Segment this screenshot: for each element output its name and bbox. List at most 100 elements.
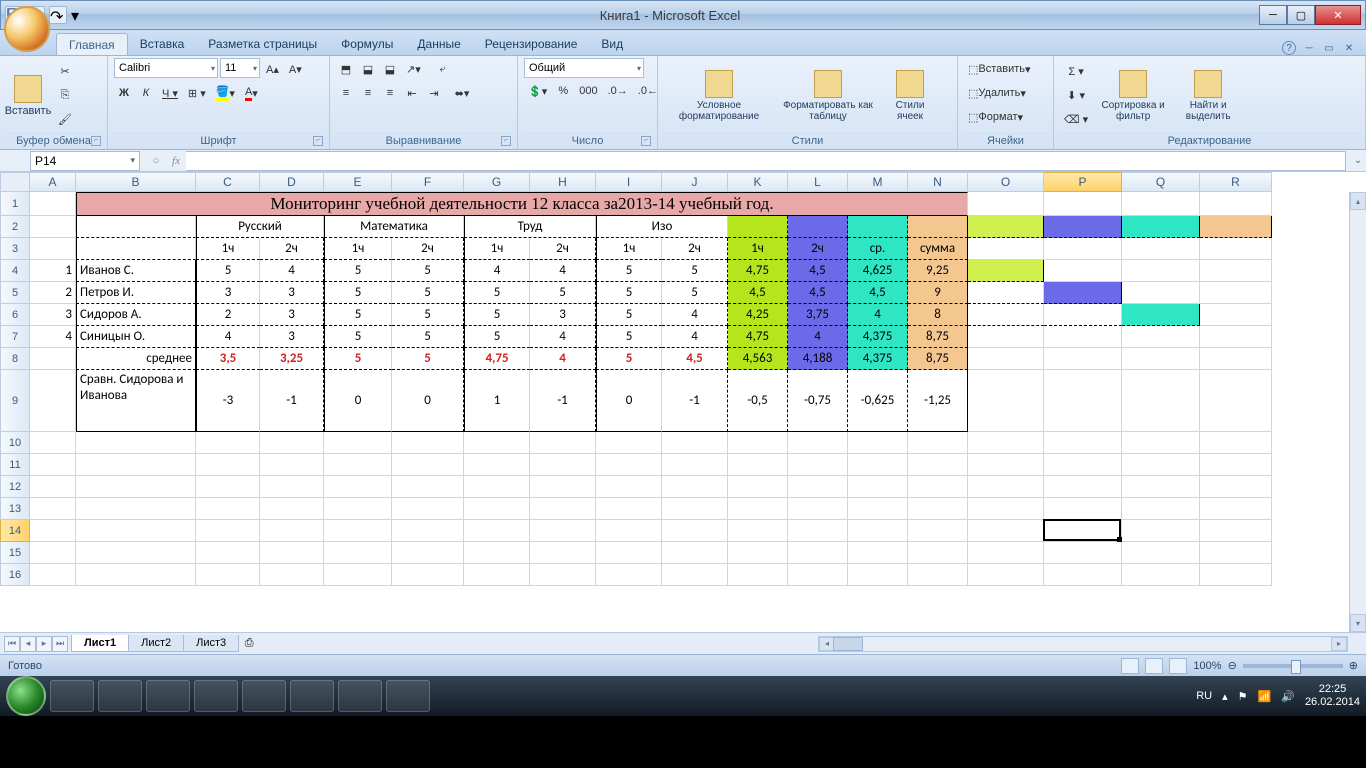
mdi-close[interactable]: ✕ bbox=[1342, 41, 1356, 55]
cell-P2[interactable] bbox=[1044, 216, 1122, 238]
qat-redo[interactable]: ↷ bbox=[49, 6, 67, 24]
cell-N12[interactable] bbox=[908, 476, 968, 498]
cell-B11[interactable] bbox=[76, 454, 196, 476]
cell-M13[interactable] bbox=[848, 498, 908, 520]
merge-button[interactable]: ⬌▾ bbox=[446, 82, 478, 104]
cell-G16[interactable] bbox=[464, 564, 530, 586]
increase-decimal-button[interactable]: .0→ bbox=[604, 80, 632, 102]
cell-N4[interactable]: 9,25 bbox=[908, 260, 968, 282]
cell-E8[interactable]: 5 bbox=[324, 348, 392, 370]
cell-B7[interactable]: Синицын О. bbox=[76, 326, 196, 348]
cell-L3[interactable]: 2ч bbox=[788, 238, 848, 260]
row-header-8[interactable]: 8 bbox=[0, 348, 30, 370]
orientation-button[interactable]: ↗▾ bbox=[402, 58, 425, 80]
column-header-J[interactable]: J bbox=[662, 172, 728, 192]
cell-styles-button[interactable]: Стили ячеек bbox=[882, 63, 938, 129]
cell-M14[interactable] bbox=[848, 520, 908, 542]
cell-I16[interactable] bbox=[596, 564, 662, 586]
cell-B1[interactable]: Мониторинг учебной деятельности 12 класс… bbox=[76, 192, 968, 216]
cell-M4[interactable]: 4,625 bbox=[848, 260, 908, 282]
tray-volume-icon[interactable]: 🔊 bbox=[1281, 690, 1295, 703]
cell-N10[interactable] bbox=[908, 432, 968, 454]
ribbon-tab-6[interactable]: Вид bbox=[589, 33, 635, 55]
column-header-K[interactable]: K bbox=[728, 172, 788, 192]
sheet-tab-0[interactable]: Лист1 bbox=[71, 635, 129, 652]
currency-button[interactable]: 💲▾ bbox=[524, 80, 551, 102]
cell-F10[interactable] bbox=[392, 432, 464, 454]
cell-P6[interactable] bbox=[1044, 304, 1122, 326]
cell-B5[interactable]: Петров И. bbox=[76, 282, 196, 304]
cell-C7[interactable]: 4 bbox=[196, 326, 260, 348]
sheet-nav-prev[interactable]: ◂ bbox=[20, 636, 36, 652]
cell-P4[interactable] bbox=[1044, 260, 1122, 282]
cell-N13[interactable] bbox=[908, 498, 968, 520]
cell-R16[interactable] bbox=[1200, 564, 1272, 586]
cell-R8[interactable] bbox=[1200, 348, 1272, 370]
cell-M11[interactable] bbox=[848, 454, 908, 476]
cell-H6[interactable]: 3 bbox=[530, 304, 596, 326]
find-select-button[interactable]: Найти и выделить bbox=[1174, 63, 1242, 129]
cell-C3[interactable]: 1ч bbox=[196, 238, 260, 260]
cell-H9[interactable]: -1 bbox=[530, 370, 596, 432]
cell-A9[interactable] bbox=[30, 370, 76, 432]
cell-L6[interactable]: 3,75 bbox=[788, 304, 848, 326]
cell-Q16[interactable] bbox=[1122, 564, 1200, 586]
row-header-2[interactable]: 2 bbox=[0, 216, 30, 238]
cell-C2[interactable]: Русский bbox=[196, 216, 324, 238]
cell-F13[interactable] bbox=[392, 498, 464, 520]
cut-button[interactable]: ✂ bbox=[54, 61, 76, 83]
help-icon[interactable]: ? bbox=[1282, 41, 1296, 55]
cell-B10[interactable] bbox=[76, 432, 196, 454]
cell-N11[interactable] bbox=[908, 454, 968, 476]
cell-L16[interactable] bbox=[788, 564, 848, 586]
cell-B9[interactable]: Сравн. Сидорова и Иванова bbox=[76, 370, 196, 432]
cell-G13[interactable] bbox=[464, 498, 530, 520]
cell-E2[interactable]: Математика bbox=[324, 216, 464, 238]
cell-P7[interactable] bbox=[1044, 326, 1122, 348]
cell-N14[interactable] bbox=[908, 520, 968, 542]
cell-B13[interactable] bbox=[76, 498, 196, 520]
cell-E11[interactable] bbox=[324, 454, 392, 476]
column-header-H[interactable]: H bbox=[530, 172, 596, 192]
cell-C12[interactable] bbox=[196, 476, 260, 498]
ribbon-tab-1[interactable]: Вставка bbox=[128, 33, 197, 55]
cell-A8[interactable] bbox=[30, 348, 76, 370]
cell-Q7[interactable] bbox=[1122, 326, 1200, 348]
cell-C9[interactable]: -3 bbox=[196, 370, 260, 432]
cell-N6[interactable]: 8 bbox=[908, 304, 968, 326]
dialog-launcher[interactable]: ⌐ bbox=[501, 136, 511, 146]
tray-clock[interactable]: 22:2526.02.2014 bbox=[1305, 683, 1360, 709]
cell-C4[interactable]: 5 bbox=[196, 260, 260, 282]
cell-G10[interactable] bbox=[464, 432, 530, 454]
cell-O8[interactable] bbox=[968, 348, 1044, 370]
dialog-launcher[interactable]: ⌐ bbox=[91, 136, 101, 146]
tray-chevron-icon[interactable]: ▴ bbox=[1222, 690, 1228, 703]
cell-P1[interactable] bbox=[1044, 192, 1122, 216]
cell-D8[interactable]: 3,25 bbox=[260, 348, 324, 370]
cell-J12[interactable] bbox=[662, 476, 728, 498]
row-header-12[interactable]: 12 bbox=[0, 476, 30, 498]
horizontal-scrollbar[interactable] bbox=[818, 636, 1348, 652]
cell-R13[interactable] bbox=[1200, 498, 1272, 520]
cell-H3[interactable]: 2ч bbox=[530, 238, 596, 260]
taskbar-opera[interactable] bbox=[194, 680, 238, 712]
page-layout-view-button[interactable] bbox=[1145, 658, 1163, 674]
align-top-button[interactable]: ⬒ bbox=[336, 58, 356, 80]
cell-A2[interactable] bbox=[30, 216, 76, 238]
cell-M15[interactable] bbox=[848, 542, 908, 564]
cell-E12[interactable] bbox=[324, 476, 392, 498]
cell-M6[interactable]: 4 bbox=[848, 304, 908, 326]
cell-L7[interactable]: 4 bbox=[788, 326, 848, 348]
cell-K5[interactable]: 4,5 bbox=[728, 282, 788, 304]
delete-cells-button[interactable]: ⬚ Удалить ▾ bbox=[964, 82, 1047, 104]
cell-R7[interactable] bbox=[1200, 326, 1272, 348]
cell-L2[interactable] bbox=[788, 216, 848, 238]
name-box[interactable]: P14 bbox=[30, 151, 140, 171]
indent-inc-button[interactable]: ⇥ bbox=[424, 82, 444, 104]
cell-E15[interactable] bbox=[324, 542, 392, 564]
cell-D7[interactable]: 3 bbox=[260, 326, 324, 348]
fx-icon[interactable]: fx bbox=[166, 155, 186, 167]
cell-O14[interactable] bbox=[968, 520, 1044, 542]
cell-J14[interactable] bbox=[662, 520, 728, 542]
cell-G14[interactable] bbox=[464, 520, 530, 542]
